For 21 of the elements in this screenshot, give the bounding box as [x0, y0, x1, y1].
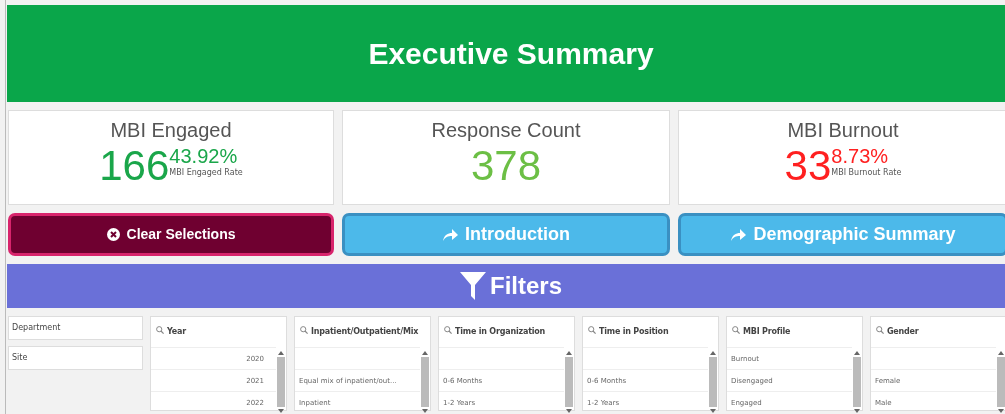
kpi-caption: MBI Burnout Rate [831, 167, 902, 179]
kpi-title: MBI Engaged [110, 118, 232, 143]
kpi-percent: 8.73% [831, 145, 890, 167]
filter-field[interactable]: Department [8, 316, 143, 340]
listbox-title: Gender [887, 326, 919, 338]
filter-field[interactable]: Site [8, 346, 143, 370]
listbox-title: Time in Position [599, 326, 669, 338]
kpi-caption: MBI Engaged Rate [169, 168, 243, 177]
kpi-title: MBI Burnout [787, 118, 899, 143]
kpi-value: 33 [784, 145, 832, 187]
listbox-title: MBI Profile [743, 326, 791, 338]
kpi-value: 378 [470, 145, 542, 187]
kpi-title: Response Count [431, 118, 581, 143]
page-title: Executive Summary [368, 36, 654, 72]
filters-title: Filters [490, 271, 562, 301]
listbox-title: Inpatient/Outpatient/Mix [311, 326, 419, 338]
listbox-title: Year [167, 326, 187, 338]
nav-button[interactable]: Clear Selections [8, 213, 334, 256]
kpi-percent: 43.92% [169, 145, 239, 167]
listbox-title: Time in Organization [455, 326, 546, 338]
kpi-value: 166 [99, 145, 170, 187]
